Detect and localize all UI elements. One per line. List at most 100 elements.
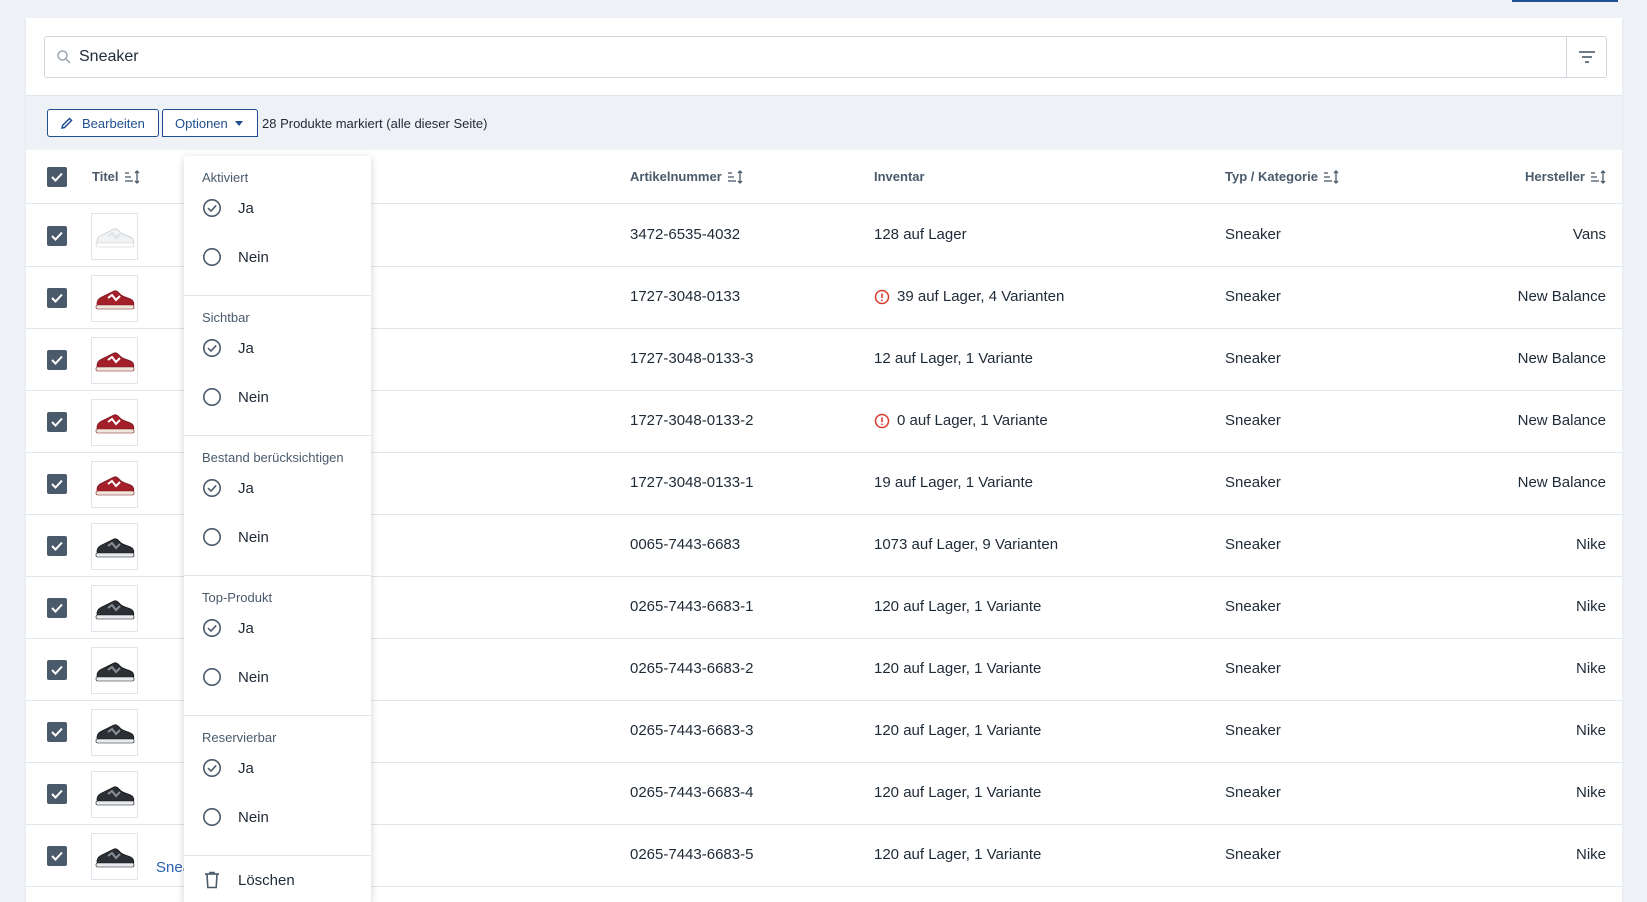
option-no-label: Nein [238,528,269,546]
inventory-text: 120 auf Lager, 1 Variante [874,598,1042,615]
sku-cell: 1727-3048-0133-3 [630,350,754,367]
product-thumbnail[interactable] [91,213,138,260]
inventory-text: 120 auf Lager, 1 Variante [874,722,1042,739]
check-icon [51,789,63,799]
filter-button[interactable] [1566,37,1606,77]
sneaker-image [95,227,134,247]
pencil-icon [61,117,73,129]
option-yes[interactable]: Ja [202,618,254,638]
manufacturer-cell: New Balance [1517,474,1606,491]
bulk-action-toolbar: Bearbeiten Optionen 28 Produkte markiert… [26,95,1622,150]
type-cell: Sneaker [1225,474,1281,491]
option-no[interactable]: Nein [202,387,269,407]
column-header-manufacturer-label: Hersteller [1525,169,1585,184]
type-cell: Sneaker [1225,288,1281,305]
inventory-cell: 19 auf Lager, 1 Variante [874,474,1033,491]
type-cell: Sneaker [1225,226,1281,243]
row-checkbox[interactable] [47,660,67,680]
row-checkbox[interactable] [47,598,67,618]
product-thumbnail[interactable] [91,337,138,384]
column-header-title[interactable]: Titel [92,169,140,184]
check-icon [51,479,63,489]
row-checkbox[interactable] [47,536,67,556]
option-no-label: Nein [238,668,269,686]
warning-icon [874,289,890,304]
option-no[interactable]: Nein [202,527,269,547]
option-yes[interactable]: Ja [202,478,254,498]
options-group-label: Top-Produkt [202,590,273,605]
product-thumbnail[interactable] [91,647,138,694]
option-yes[interactable]: Ja [202,338,254,358]
row-checkbox[interactable] [47,846,67,866]
options-group: Sichtbar Ja Nein [184,296,371,436]
column-header-inventory: Inventar [874,169,925,184]
option-yes[interactable]: Ja [202,198,254,218]
inventory-cell: 39 auf Lager, 4 Varianten [874,288,1064,305]
option-yes[interactable]: Ja [202,758,254,778]
product-thumbnail[interactable] [91,461,138,508]
row-checkbox[interactable] [47,412,67,432]
check-icon [51,603,63,613]
column-header-sku[interactable]: Artikelnummer [630,169,743,184]
sort-icon [1591,169,1606,184]
inventory-cell: 120 auf Lager, 1 Variante [874,598,1041,615]
trash-icon [202,870,222,890]
manufacturer-cell: Nike [1575,536,1606,553]
radio-empty-icon [203,388,221,406]
row-checkbox[interactable] [47,226,67,246]
product-thumbnail[interactable] [91,399,138,446]
sku-cell: 3472-6535-4032 [630,226,741,243]
sort-icon [1323,169,1339,184]
row-checkbox[interactable] [47,474,67,494]
option-no[interactable]: Nein [202,247,269,267]
check-circle-icon [203,339,221,357]
menu-item-delete[interactable]: Löschen [202,870,295,890]
selection-count-text: 28 Produkte markiert (alle dieser Seite) [262,116,488,131]
type-cell: Sneaker [1225,412,1281,429]
row-checkbox[interactable] [47,784,67,804]
row-checkbox[interactable] [47,350,67,370]
search-input[interactable] [79,37,1529,77]
row-checkbox[interactable] [47,288,67,308]
check-icon [51,231,63,241]
edit-button[interactable]: Bearbeiten [47,109,159,137]
product-thumbnail[interactable] [91,523,138,570]
column-header-sku-label: Artikelnummer [630,169,722,184]
option-no-label: Nein [238,808,269,826]
radio-empty-icon [203,528,221,546]
edit-button-label: Bearbeiten [82,115,145,131]
check-icon [51,417,63,427]
column-header-type[interactable]: Typ / Kategorie [1225,169,1339,184]
option-no[interactable]: Nein [202,807,269,827]
check-icon [51,541,63,551]
row-checkbox[interactable] [47,722,67,742]
sneaker-image [95,599,134,619]
sneaker-image [95,413,134,433]
column-header-manufacturer[interactable]: Hersteller [1525,169,1606,184]
manufacturer-cell: Nike [1575,784,1606,801]
sort-icon [124,169,139,184]
product-thumbnail[interactable] [91,275,138,322]
type-cell: Sneaker [1225,846,1281,863]
option-no[interactable]: Nein [202,667,269,687]
product-thumbnail[interactable] [91,709,138,756]
product-thumbnail[interactable] [91,833,138,880]
manufacturer-cell: Nike [1575,722,1606,739]
product-list-card: Bearbeiten Optionen 28 Produkte markiert… [26,18,1622,902]
inventory-cell: 120 auf Lager, 1 Variante [874,846,1041,863]
sku-cell: 0265-7443-6683-3 [630,722,754,739]
search-icon [57,50,71,64]
inventory-cell: 120 auf Lager, 1 Variante [874,784,1041,801]
product-thumbnail[interactable] [91,585,138,632]
product-thumbnail[interactable] [91,771,138,818]
options-group: Bestand berücksichtigen Ja Nein [184,436,371,576]
radio-empty-icon [203,808,221,826]
options-dropdown-button[interactable]: Optionen [162,109,258,137]
top-accent-bar [1512,0,1618,2]
manufacturer-cell: Nike [1575,660,1606,677]
option-yes-label: Ja [238,339,254,357]
menu-item-delete-label: Löschen [238,871,295,889]
select-all-checkbox[interactable] [47,167,67,187]
check-icon [51,172,63,182]
sort-icon [727,169,743,184]
